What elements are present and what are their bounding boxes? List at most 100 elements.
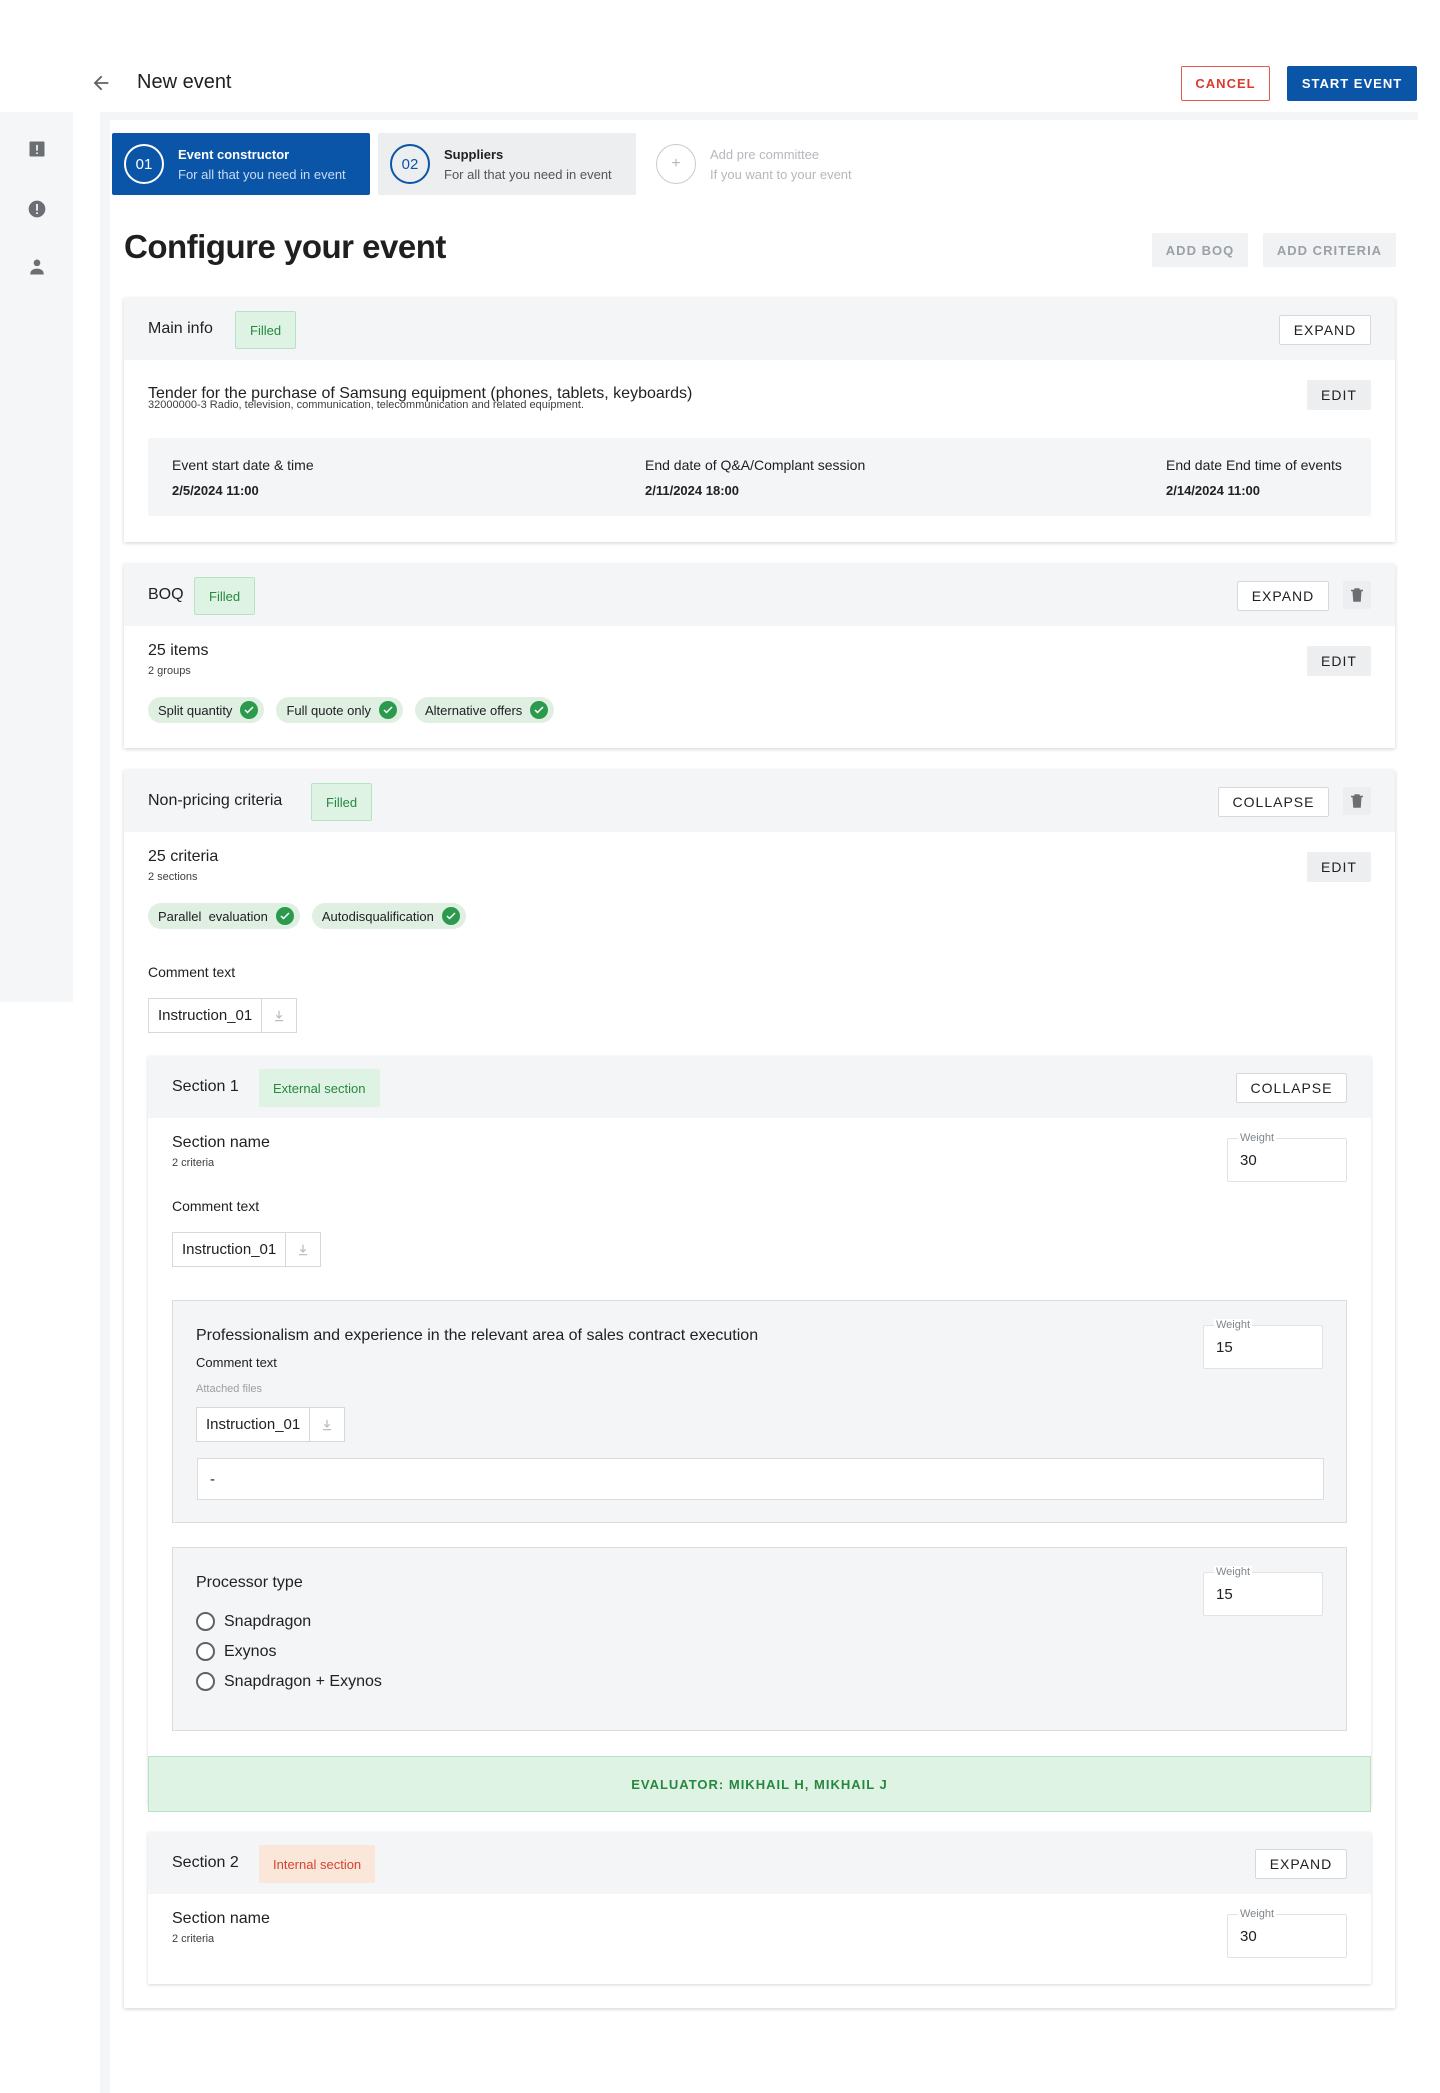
collapse-button[interactable]: COLLAPSE xyxy=(1236,1073,1347,1103)
add-criteria-button[interactable]: ADD CRITERIA xyxy=(1263,233,1396,267)
trash-icon[interactable] xyxy=(1343,581,1371,609)
card-title: BOQ xyxy=(148,586,184,603)
chip-full-quote-only: Full quote only xyxy=(276,697,403,723)
radio-option-exynos[interactable]: Exynos xyxy=(196,1642,276,1661)
radio-label: Exynos xyxy=(224,1642,277,1660)
radio-icon[interactable] xyxy=(196,1642,215,1661)
boq-options: Split quantity Full quote only Alternati… xyxy=(148,697,555,723)
non-pricing-criteria-card: Non-pricing criteria Filled COLLAPSE 25 … xyxy=(124,770,1395,2008)
step-event-constructor[interactable]: 01 Event constructor For all that you ne… xyxy=(112,133,370,195)
trash-icon[interactable] xyxy=(1343,787,1371,815)
radio-option-snapdragon-exynos[interactable]: Snapdragon + Exynos xyxy=(196,1672,382,1691)
radio-label: Snapdragon xyxy=(224,1612,312,1630)
card-header: Main info Filled EXPAND xyxy=(124,298,1395,360)
download-icon[interactable] xyxy=(286,1233,320,1266)
chip-label: Full quote only xyxy=(286,702,371,718)
file-attachment[interactable]: Instruction_01 xyxy=(172,1232,322,1267)
boq-card: BOQ Filled EXPAND 25 items 2 groups EDIT… xyxy=(124,564,1395,748)
section-header: Section 1 External section COLLAPSE xyxy=(148,1056,1371,1118)
step-suppliers[interactable]: 02 Suppliers For all that you need in ev… xyxy=(378,133,636,195)
section-type-badge: Internal section xyxy=(259,1845,376,1883)
chip-parallel-evaluation: Parallel evaluation xyxy=(148,903,300,929)
date-label: End date of Q&A/Complant session xyxy=(645,457,866,473)
step-add-pre-committee[interactable]: + Add pre committee If you want to your … xyxy=(644,133,902,195)
date-label: Event start date & time xyxy=(172,457,314,473)
edit-button[interactable]: EDIT xyxy=(1307,852,1371,882)
step-title: Suppliers xyxy=(444,146,504,162)
step-subtitle: For all that you need in event xyxy=(178,166,346,182)
check-icon xyxy=(530,701,549,719)
file-attachment[interactable]: Instruction_01 xyxy=(148,998,298,1033)
date-value: 2/14/2024 11:00 xyxy=(1166,483,1260,498)
weight-value: 15 xyxy=(1216,1339,1233,1356)
weight-field[interactable]: Weight 15 xyxy=(1203,1319,1323,1369)
step-title: Add pre committee xyxy=(710,146,820,162)
chip-alternative-offers: Alternative offers xyxy=(415,697,555,723)
main-info-card: Main info Filled EXPAND Tender for the p… xyxy=(124,298,1395,542)
status-badge: Filled xyxy=(311,783,373,821)
weight-value: 30 xyxy=(1240,1152,1257,1169)
weight-field[interactable]: Weight 15 xyxy=(1203,1566,1323,1616)
file-attachment[interactable]: Instruction_01 xyxy=(196,1407,346,1442)
step-subtitle: For all that you need in event xyxy=(444,166,612,182)
date-value: 2/11/2024 18:00 xyxy=(645,483,739,498)
step-number: 01 xyxy=(124,144,164,184)
expand-button[interactable]: EXPAND xyxy=(1255,1849,1347,1879)
date-value: 2/5/2024 11:00 xyxy=(172,483,259,498)
weight-field[interactable]: Weight 30 xyxy=(1227,1908,1347,1958)
section-criteria-count: 2 criteria xyxy=(172,1157,215,1169)
download-icon[interactable] xyxy=(262,999,296,1032)
expand-button[interactable]: EXPAND xyxy=(1279,315,1371,345)
page-title: Configure your event xyxy=(124,228,446,265)
card-header: BOQ Filled EXPAND xyxy=(124,564,1395,626)
attached-files-label: Attached files xyxy=(196,1383,263,1395)
criterion-title: Processor type xyxy=(196,1574,303,1591)
expand-button[interactable]: EXPAND xyxy=(1237,581,1329,611)
chip-autodisqualification: Autodisqualification xyxy=(311,903,466,929)
section-2-card: Section 2 Internal section EXPAND Sectio… xyxy=(148,1832,1371,1984)
date-end: End date End time of events 2/14/2024 11… xyxy=(1166,457,1342,498)
weight-field[interactable]: Weight 30 xyxy=(1227,1132,1347,1182)
edit-button[interactable]: EDIT xyxy=(1307,380,1371,410)
weight-label: Weight xyxy=(1238,1132,1277,1144)
radio-option-snapdragon[interactable]: Snapdragon xyxy=(196,1612,311,1631)
alert-circle-icon[interactable] xyxy=(27,199,47,219)
criteria-count: 25 criteria xyxy=(148,848,219,865)
date-label: End date End time of events xyxy=(1166,457,1342,473)
boq-items-count: 25 items xyxy=(148,642,209,659)
download-icon[interactable] xyxy=(310,1408,344,1441)
check-icon xyxy=(441,907,460,925)
collapse-button[interactable]: COLLAPSE xyxy=(1218,787,1329,817)
answer-field: - xyxy=(197,1458,1324,1500)
check-icon xyxy=(379,701,397,719)
radio-icon[interactable] xyxy=(196,1612,215,1631)
chip-split-quantity: Split quantity xyxy=(148,697,265,723)
weight-value: 15 xyxy=(1216,1586,1233,1603)
person-icon[interactable] xyxy=(27,257,47,277)
weight-label: Weight xyxy=(1214,1319,1253,1331)
date-qa-end: End date of Q&A/Complant session 2/11/20… xyxy=(645,457,865,498)
sections-count: 2 sections xyxy=(148,871,198,883)
file-name: Instruction_01 xyxy=(197,1408,311,1441)
section-type-badge: External section xyxy=(259,1069,380,1107)
step-number: 02 xyxy=(390,144,430,184)
card-title: Non-pricing criteria xyxy=(148,792,283,809)
start-event-button[interactable]: START EVENT xyxy=(1287,66,1417,101)
chip-label: Split quantity xyxy=(158,702,233,718)
evaluator-banner: EVALUATOR: MIKHAIL H, MIKHAIL J xyxy=(148,1756,1371,1812)
chip-label: Autodisqualification xyxy=(321,908,434,924)
arrow-back-icon[interactable] xyxy=(90,72,112,94)
page-header-title: New event xyxy=(137,71,232,93)
card-header: Non-pricing criteria Filled COLLAPSE xyxy=(124,770,1395,832)
radio-icon[interactable] xyxy=(196,1672,215,1691)
cancel-button[interactable]: CANCEL xyxy=(1181,66,1270,101)
dates-panel: Event start date & time 2/5/2024 11:00 E… xyxy=(148,438,1371,516)
edit-button[interactable]: EDIT xyxy=(1307,646,1371,676)
alert-square-icon[interactable] xyxy=(27,139,47,159)
add-boq-button[interactable]: ADD BOQ xyxy=(1152,233,1248,267)
section-criteria-count: 2 criteria xyxy=(172,1933,215,1945)
npc-options: Parallel evaluation Autodisqualification xyxy=(148,903,466,929)
step-subtitle: If you want to your event xyxy=(710,166,852,182)
status-badge: Filled xyxy=(194,577,256,615)
section-title: Section 1 xyxy=(172,1078,239,1095)
